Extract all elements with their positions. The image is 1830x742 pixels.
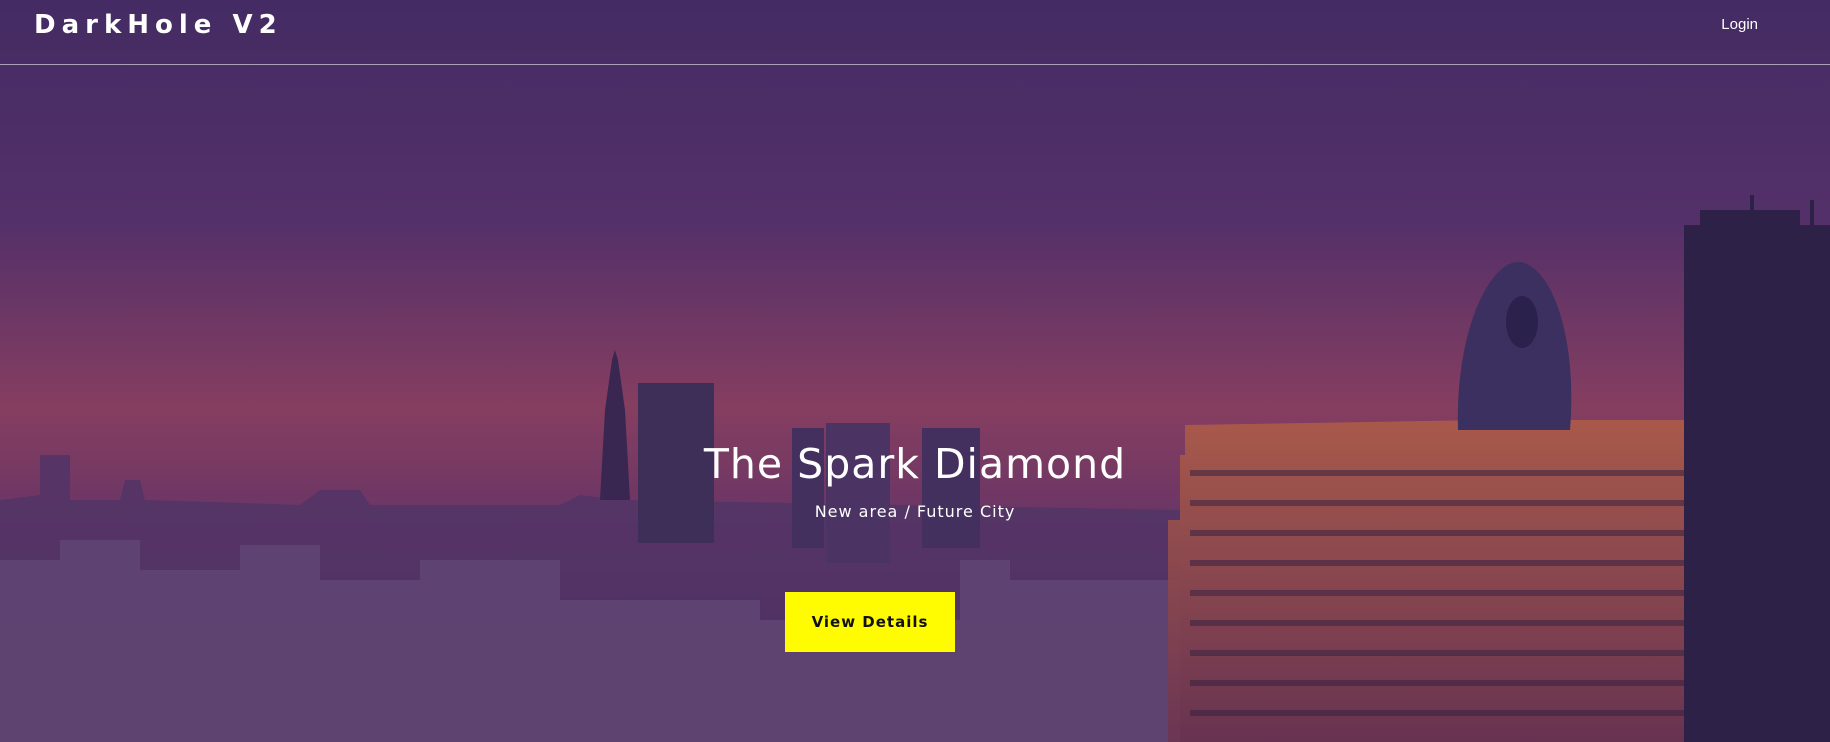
login-link[interactable]: Login: [1721, 16, 1758, 33]
hero-section: The Spark Diamond New area / Future City: [0, 440, 1830, 521]
hero-subtitle: New area / Future City: [814, 502, 1016, 521]
brand-logo[interactable]: DarkHole V2: [34, 10, 283, 40]
top-navbar: DarkHole V2 Login: [0, 0, 1830, 65]
view-details-button[interactable]: View Details: [785, 592, 955, 652]
hero-title: The Spark Diamond: [703, 440, 1127, 488]
page: DarkHole V2 Login The Spark Diamond New …: [0, 0, 1830, 742]
